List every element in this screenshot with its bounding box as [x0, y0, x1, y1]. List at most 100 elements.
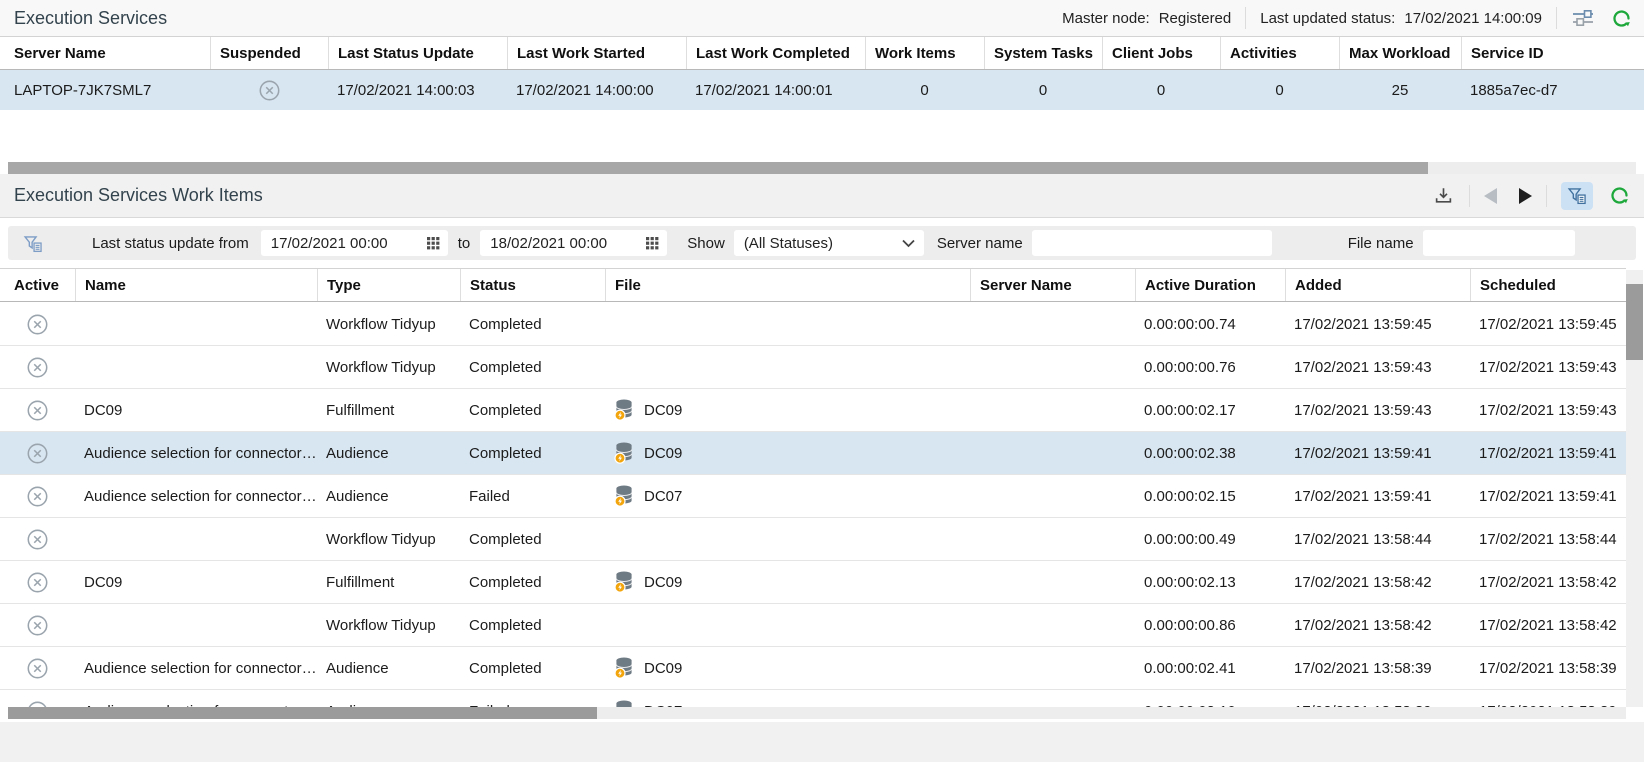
- download-icon[interactable]: [1432, 185, 1455, 207]
- status-dropdown[interactable]: (All Statuses): [734, 230, 924, 256]
- server-name-cell: [970, 604, 1135, 646]
- work-item-row[interactable]: Audience selection for connector… Audien…: [0, 432, 1626, 475]
- active-duration-cell: 0.00:00:00.86: [1135, 604, 1285, 646]
- settings-sliders-icon[interactable]: [1571, 7, 1595, 29]
- file-cell: [605, 518, 970, 560]
- col-server-name[interactable]: Server Name: [970, 269, 1135, 301]
- col-file[interactable]: File: [605, 269, 970, 301]
- file-name-text: DC09: [644, 574, 682, 591]
- circle-x-icon[interactable]: [26, 700, 49, 708]
- active-cell: [0, 647, 75, 689]
- circle-x-icon[interactable]: [26, 657, 49, 680]
- type-cell: Audience: [317, 647, 460, 689]
- page-title: Execution Services: [14, 8, 167, 29]
- circle-x-icon[interactable]: [26, 356, 49, 379]
- last-updated-label: Last updated status:: [1260, 10, 1395, 27]
- server-row[interactable]: LAPTOP-7JK7SML7 17/02/2021 14:00:03 17/0…: [0, 70, 1644, 110]
- col-last-status-update[interactable]: Last Status Update: [328, 37, 507, 69]
- calendar-grid-icon[interactable]: [646, 237, 659, 250]
- col-active-duration[interactable]: Active Duration: [1135, 269, 1285, 301]
- active-cell: [0, 518, 75, 560]
- scrollbar-thumb[interactable]: [8, 162, 1428, 174]
- col-suspended[interactable]: Suspended: [210, 37, 328, 69]
- circle-x-icon[interactable]: [26, 614, 49, 637]
- work-item-row[interactable]: Audience selection for connector… Audien…: [0, 475, 1626, 518]
- type-cell: Workflow Tidyup: [317, 518, 460, 560]
- circle-x-icon[interactable]: [26, 485, 49, 508]
- file-name-text: DC09: [644, 660, 682, 677]
- active-duration-cell: 0.00:00:02.17: [1135, 389, 1285, 431]
- work-items-horizontal-scrollbar[interactable]: [8, 707, 1626, 719]
- server-name-input[interactable]: [1032, 230, 1272, 256]
- filter-list-icon: [22, 233, 44, 254]
- circle-x-icon[interactable]: [26, 571, 49, 594]
- client-jobs-cell: 0: [1102, 70, 1220, 110]
- work-items-vertical-scrollbar[interactable]: [1626, 270, 1643, 707]
- circle-x-icon[interactable]: [26, 528, 49, 551]
- active-cell: [0, 690, 75, 707]
- prev-icon[interactable]: [1484, 188, 1497, 204]
- active-cell: [0, 561, 75, 603]
- work-item-row[interactable]: DC09 Fulfillment Completed DC09 0: [0, 561, 1626, 604]
- file-name-input[interactable]: [1423, 230, 1575, 256]
- divider: [1469, 185, 1470, 207]
- work-items-table-header: Active Name Type Status File Server Name…: [0, 268, 1626, 302]
- work-items-title: Execution Services Work Items: [14, 185, 263, 206]
- circle-x-icon[interactable]: [258, 79, 281, 102]
- work-item-row[interactable]: DC09 Fulfillment Completed DC09 0: [0, 389, 1626, 432]
- col-name[interactable]: Name: [75, 269, 317, 301]
- circle-x-icon[interactable]: [26, 313, 49, 336]
- work-item-row[interactable]: Workflow Tidyup Completed 0.00:00:00: [0, 346, 1626, 389]
- work-item-row[interactable]: Workflow Tidyup Completed 0.00:00:00: [0, 303, 1626, 346]
- file-cell: DC09: [605, 389, 970, 431]
- col-server-name[interactable]: Server Name: [0, 37, 210, 69]
- file-cell: DC09: [605, 432, 970, 474]
- col-active[interactable]: Active: [0, 269, 75, 301]
- col-scheduled[interactable]: Scheduled: [1470, 269, 1626, 301]
- work-item-row[interactable]: Workflow Tidyup Completed 0.00:00:00: [0, 604, 1626, 647]
- scrollbar-thumb[interactable]: [8, 707, 597, 719]
- work-item-row[interactable]: Audience selection for connector… Audien…: [0, 690, 1626, 707]
- col-activities[interactable]: Activities: [1220, 37, 1339, 69]
- scrollbar-thumb[interactable]: [1626, 284, 1643, 360]
- active-cell: [0, 604, 75, 646]
- date-to-input[interactable]: 18/02/2021 00:00: [480, 230, 667, 256]
- servers-horizontal-scrollbar[interactable]: [8, 162, 1636, 174]
- col-added[interactable]: Added: [1285, 269, 1470, 301]
- system-tasks-cell: 0: [984, 70, 1102, 110]
- refresh-icon[interactable]: [1611, 8, 1632, 29]
- col-work-items[interactable]: Work Items: [865, 37, 984, 69]
- refresh-icon[interactable]: [1609, 185, 1630, 206]
- circle-x-icon[interactable]: [26, 442, 49, 465]
- last-status-update-from-label: Last status update from: [92, 235, 249, 252]
- active-cell: [0, 432, 75, 474]
- topbar: Execution Services Master node: Register…: [0, 0, 1644, 36]
- active-cell: [0, 303, 75, 345]
- show-label: Show: [687, 235, 725, 252]
- col-max-workload[interactable]: Max Workload: [1339, 37, 1461, 69]
- filter-list-toggle-button[interactable]: [1561, 182, 1593, 210]
- added-cell: 17/02/2021 13:59:43: [1285, 346, 1470, 388]
- col-service-id[interactable]: Service ID: [1461, 37, 1644, 69]
- date-from-input[interactable]: 17/02/2021 00:00: [261, 230, 448, 256]
- circle-x-icon[interactable]: [26, 399, 49, 422]
- file-name-text: DC07: [644, 488, 682, 505]
- last-updated-value: 17/02/2021 14:00:09: [1404, 10, 1542, 27]
- added-cell: 17/02/2021 13:59:45: [1285, 303, 1470, 345]
- added-cell: 17/02/2021 13:58:44: [1285, 518, 1470, 560]
- col-last-work-started[interactable]: Last Work Started: [507, 37, 686, 69]
- server-name-cell: [970, 475, 1135, 517]
- work-item-row[interactable]: Audience selection for connector… Audien…: [0, 647, 1626, 690]
- type-cell: Fulfillment: [317, 561, 460, 603]
- col-client-jobs[interactable]: Client Jobs: [1102, 37, 1220, 69]
- col-type[interactable]: Type: [317, 269, 460, 301]
- col-system-tasks[interactable]: System Tasks: [984, 37, 1102, 69]
- col-last-work-completed[interactable]: Last Work Completed: [686, 37, 865, 69]
- next-icon[interactable]: [1519, 188, 1532, 204]
- active-duration-cell: 0.00:00:02.41: [1135, 647, 1285, 689]
- max-workload-cell: 25: [1339, 70, 1461, 110]
- col-status[interactable]: Status: [460, 269, 605, 301]
- calendar-grid-icon[interactable]: [427, 237, 440, 250]
- work-item-row[interactable]: Workflow Tidyup Completed 0.00:00:00: [0, 518, 1626, 561]
- active-duration-cell: 0.00:00:00.49: [1135, 518, 1285, 560]
